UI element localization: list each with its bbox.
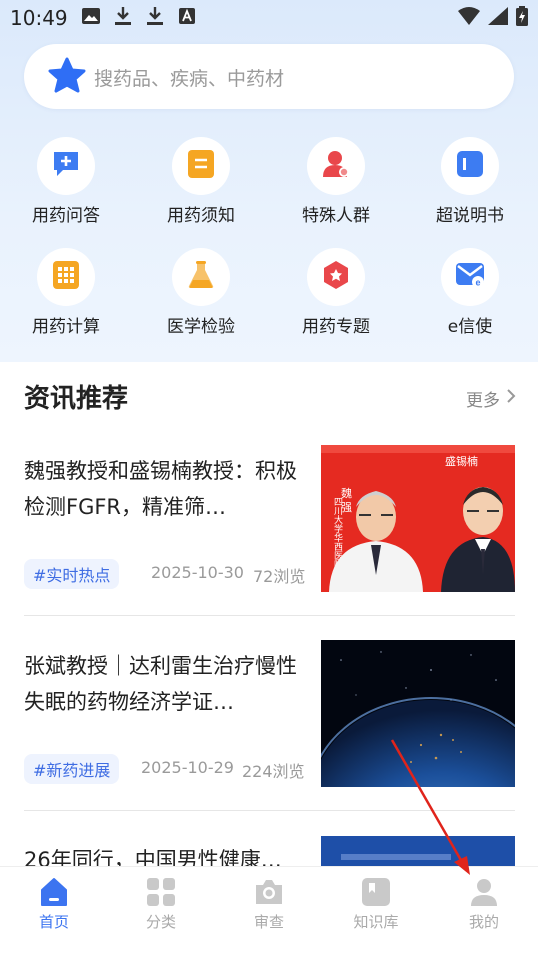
bottom-tab-bar: 首页 分类 审查 知识库 我的 xyxy=(0,866,538,959)
battery-icon xyxy=(516,6,528,30)
grid-item-e-messenger[interactable]: e e信使 xyxy=(410,248,530,337)
book-icon xyxy=(456,150,484,182)
news-item[interactable]: 26年同行，中国男性健康… xyxy=(24,836,515,866)
more-link[interactable]: 更多 xyxy=(466,386,516,411)
news-item[interactable]: 张斌教授｜达利雷生治疗慢性失眠的药物经济学证… #新药进展 2025-10-29… xyxy=(24,640,515,820)
grid-icon-circle xyxy=(307,248,365,306)
thumb-name-1: 魏 xyxy=(341,486,352,500)
news-date: 2025-10-30 xyxy=(151,563,244,582)
grid-item-special-groups[interactable]: 特殊人群 xyxy=(276,137,396,226)
more-label: 更多 xyxy=(466,391,500,411)
news-title: 26年同行，中国男性健康… xyxy=(24,848,282,866)
camera-icon xyxy=(252,875,286,909)
news-thumbnail: 四川大学华西医院 魏 强 盛锡楠 xyxy=(321,445,515,592)
grid-item-medication-topics[interactable]: 用药专题 xyxy=(276,248,396,337)
grid-icon-circle xyxy=(37,248,95,306)
grid-item-off-label[interactable]: 超说明书 xyxy=(410,137,530,226)
grid-label: 用药专题 xyxy=(302,317,370,337)
wifi-icon xyxy=(458,7,480,29)
news-thumbnail xyxy=(321,836,515,866)
bookmark-icon xyxy=(359,875,393,909)
grid-item-medication-notice[interactable]: 用药须知 xyxy=(141,137,261,226)
mail-icon: e xyxy=(455,261,485,293)
grid-icon-circle xyxy=(307,137,365,195)
grid-item-dosage-calc[interactable]: 用药计算 xyxy=(6,248,126,337)
star-icon xyxy=(48,57,86,95)
status-bar: 10:49 xyxy=(0,0,538,36)
font-a-icon xyxy=(178,7,196,25)
chevron-right-icon xyxy=(506,388,516,409)
news-views: 72浏览 xyxy=(253,567,306,586)
news-tag[interactable]: #实时热点 xyxy=(24,559,120,589)
grid-label: 用药问答 xyxy=(32,206,100,226)
person-icon xyxy=(321,149,351,183)
tab-knowledge[interactable]: 知识库 xyxy=(336,875,416,932)
user-icon xyxy=(467,875,501,909)
tab-label: 审查 xyxy=(253,913,284,931)
grid-item-lab-tests[interactable]: 医学检验 xyxy=(141,248,261,337)
grid-label: 超说明书 xyxy=(436,206,504,226)
grid-label: e信使 xyxy=(447,317,493,337)
divider xyxy=(24,615,515,616)
grid-icon-circle xyxy=(37,137,95,195)
grid-icon-circle: e xyxy=(441,248,499,306)
flask-icon xyxy=(186,260,216,294)
tab-label: 我的 xyxy=(468,913,499,931)
grid-label: 医学检验 xyxy=(167,317,235,337)
image-notification-icon xyxy=(82,7,100,25)
home-icon xyxy=(37,875,71,909)
calculator-icon xyxy=(52,260,80,294)
search-placeholder: 搜药品、疾病、中药材 xyxy=(94,68,285,90)
tab-label: 首页 xyxy=(38,913,69,931)
news-tag[interactable]: #新药进展 xyxy=(24,754,120,784)
badge-icon xyxy=(321,260,351,294)
news-title: 张斌教授｜达利雷生治疗慢性失眠的药物经济学证… xyxy=(24,654,297,714)
news-title: 魏强教授和盛锡楠教授：积极检测FGFR，精准筛… xyxy=(24,459,297,519)
signal-icon xyxy=(488,7,508,29)
news-thumbnail xyxy=(321,640,515,787)
grid-label: 用药须知 xyxy=(167,206,235,226)
thumb-name-3: 盛锡楠 xyxy=(445,454,478,468)
thumb-name-2: 强 xyxy=(341,501,352,514)
tab-home[interactable]: 首页 xyxy=(14,875,94,932)
chat-plus-icon xyxy=(51,149,81,183)
tab-review[interactable]: 审查 xyxy=(229,875,309,932)
tab-profile[interactable]: 我的 xyxy=(444,875,524,932)
grid-label: 用药计算 xyxy=(32,317,100,337)
tab-label: 知识库 xyxy=(353,913,399,931)
grid-icon-circle xyxy=(172,248,230,306)
tab-category[interactable]: 分类 xyxy=(121,875,201,932)
download-icon xyxy=(146,7,164,25)
divider xyxy=(24,810,515,811)
search-bar[interactable]: 搜药品、疾病、中药材 xyxy=(24,44,514,109)
notice-icon xyxy=(187,149,215,183)
section-title-news: 资讯推荐 xyxy=(24,384,129,414)
grid-label: 特殊人群 xyxy=(302,206,370,226)
status-time: 10:49 xyxy=(10,6,68,30)
tab-label: 分类 xyxy=(145,913,176,931)
news-views: 224浏览 xyxy=(242,762,305,781)
grid-icon-circle xyxy=(172,137,230,195)
news-date: 2025-10-29 xyxy=(141,758,234,777)
download-icon xyxy=(114,7,132,25)
grid-icon xyxy=(144,875,178,909)
news-item[interactable]: 魏强教授和盛锡楠教授：积极检测FGFR，精准筛… #实时热点 2025-10-3… xyxy=(24,445,515,625)
grid-item-medication-qa[interactable]: 用药问答 xyxy=(6,137,126,226)
grid-icon-circle xyxy=(441,137,499,195)
svg-text:e: e xyxy=(475,278,480,288)
